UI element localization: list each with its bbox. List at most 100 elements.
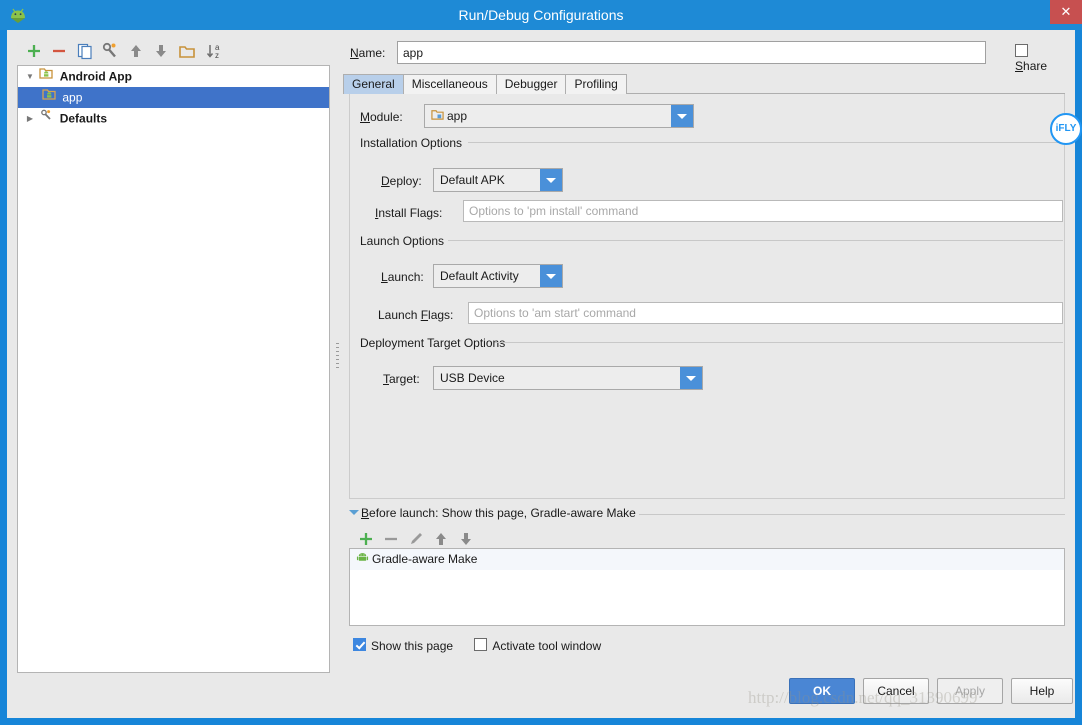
install-flags-label: Install Flags: xyxy=(375,206,443,220)
section-divider xyxy=(448,240,1063,241)
configurations-tree[interactable]: ▼ Android App app ▶ Defaults xyxy=(17,65,330,673)
chevron-down-icon[interactable] xyxy=(540,169,562,191)
target-label-mnemonic: T xyxy=(383,372,389,386)
launch-combobox[interactable]: Default Activity xyxy=(433,264,563,288)
collapse-triangle-icon[interactable] xyxy=(349,510,359,515)
tab-miscellaneous[interactable]: Miscellaneous xyxy=(402,74,497,94)
list-item[interactable]: Gradle-aware Make xyxy=(350,549,1064,570)
show-this-page-label: Show this page xyxy=(371,638,454,653)
deploy-label-mnemonic: D xyxy=(381,174,390,188)
install-flags-label-mnemonic: I xyxy=(375,206,379,220)
android-module-icon xyxy=(431,106,444,127)
launch-flags-label-mnemonic: F xyxy=(420,308,429,322)
tree-item-app[interactable]: app xyxy=(18,87,329,108)
launch-label-mnemonic: L xyxy=(381,270,388,284)
configurations-toolbar: a z xyxy=(17,38,330,65)
ok-button[interactable]: OK xyxy=(789,678,855,704)
apply-button: Apply xyxy=(937,678,1003,704)
before-launch-task-list[interactable]: Gradle-aware Make xyxy=(349,548,1065,626)
module-value-text: app xyxy=(447,109,468,123)
tree-item-android-app[interactable]: ▼ Android App xyxy=(18,66,329,87)
edit-task-pencil-button[interactable] xyxy=(405,528,427,550)
move-down-button[interactable] xyxy=(150,40,172,62)
before-launch-title-text: efore launch: Show this page, Gradle-awa… xyxy=(369,506,636,520)
bottom-checkbox-row: Show this page Activate tool window xyxy=(353,638,619,653)
android-robot-icon xyxy=(356,549,369,570)
svg-text:z: z xyxy=(215,51,219,60)
module-combobox[interactable]: app xyxy=(424,104,694,128)
edit-defaults-wrench-button[interactable] xyxy=(99,40,121,62)
before-launch-header: Before launch: Show this page, Gradle-aw… xyxy=(349,506,1065,522)
android-app-icon xyxy=(39,66,53,87)
run-debug-configurations-dialog: a z ▼ Android App app ▶ Defaults Name: a… xyxy=(7,30,1075,718)
chevron-down-icon[interactable]: ▼ xyxy=(24,66,36,87)
list-item-label: Gradle-aware Make xyxy=(372,552,478,566)
launch-options-title: Launch Options xyxy=(360,234,445,248)
tab-profiling[interactable]: Profiling xyxy=(565,74,627,94)
target-combobox[interactable]: USB Device xyxy=(433,366,703,390)
module-label: Module: xyxy=(360,110,403,124)
tree-item-defaults[interactable]: ▶ Defaults xyxy=(18,108,329,129)
before-launch-title: Before launch: Show this page, Gradle-aw… xyxy=(361,506,636,520)
pane-splitter[interactable] xyxy=(333,38,342,673)
section-divider xyxy=(468,142,1063,143)
activate-tool-window-wrapper[interactable]: Activate tool window xyxy=(474,638,619,653)
launch-value: Default Activity xyxy=(440,269,519,283)
section-divider xyxy=(639,514,1065,515)
editor-tabs: General Miscellaneous Debugger Profiling xyxy=(343,74,1065,94)
android-app-icon xyxy=(42,87,56,108)
move-up-button[interactable] xyxy=(125,40,147,62)
tab-general[interactable]: General xyxy=(343,74,404,94)
tree-item-label: Android App xyxy=(59,69,132,84)
tree-item-label: app xyxy=(62,90,83,105)
activate-tool-window-label: Activate tool window xyxy=(492,638,602,653)
section-divider xyxy=(495,342,1063,343)
create-folder-button[interactable] xyxy=(176,40,198,62)
remove-task-button[interactable] xyxy=(380,528,402,550)
chevron-right-icon[interactable]: ▶ xyxy=(24,108,36,129)
add-task-button[interactable] xyxy=(355,528,377,550)
share-checkbox[interactable] xyxy=(1015,44,1028,57)
window-titlebar: Run/Debug Configurations ✕ xyxy=(0,0,1082,30)
activate-tool-window-checkbox[interactable] xyxy=(474,638,488,651)
deploy-combobox[interactable]: Default APK xyxy=(433,168,563,192)
show-this-page-checkbox[interactable] xyxy=(353,638,366,651)
deployment-target-options-title: Deployment Target Options xyxy=(360,336,506,350)
task-move-up-button[interactable] xyxy=(430,528,452,550)
module-label-mnemonic: M xyxy=(360,110,370,124)
sort-configurations-button[interactable]: a z xyxy=(203,40,225,62)
name-label-mnemonic: N xyxy=(350,46,359,60)
launch-flags-label: Launch Flags: xyxy=(378,308,454,322)
deploy-label: Deploy: xyxy=(381,174,422,188)
tree-item-label: Defaults xyxy=(59,111,108,126)
close-window-button[interactable]: ✕ xyxy=(1050,0,1082,24)
installation-options-title: Installation Options xyxy=(360,136,463,150)
copy-configuration-button[interactable] xyxy=(74,40,96,62)
add-configuration-button[interactable] xyxy=(23,40,45,62)
help-button[interactable]: Help xyxy=(1011,678,1073,704)
name-input[interactable] xyxy=(397,41,986,64)
install-flags-input[interactable] xyxy=(463,200,1063,222)
name-label: Name: xyxy=(350,46,386,60)
launch-flags-input[interactable] xyxy=(468,302,1063,324)
chevron-down-icon[interactable] xyxy=(680,367,702,389)
deploy-value: Default APK xyxy=(440,173,505,187)
chevron-down-icon[interactable] xyxy=(540,265,562,287)
launch-label: Launch: xyxy=(381,270,424,284)
target-value: USB Device xyxy=(440,371,505,385)
cancel-button[interactable]: Cancel xyxy=(863,678,929,704)
chevron-down-icon[interactable] xyxy=(671,105,693,127)
splitter-grip xyxy=(336,343,339,369)
remove-configuration-button[interactable] xyxy=(48,40,70,62)
wrench-icon xyxy=(39,108,53,129)
before-launch-toolbar xyxy=(349,526,1065,548)
dialog-button-bar: OK Cancel Apply Help xyxy=(7,678,1075,710)
show-this-page-wrapper[interactable]: Show this page xyxy=(353,638,471,653)
task-move-down-button[interactable] xyxy=(455,528,477,550)
ifly-input-method-badge[interactable]: iFLY xyxy=(1050,113,1082,145)
tab-debugger[interactable]: Debugger xyxy=(495,74,567,94)
configurations-pane: a z ▼ Android App app ▶ Defaults xyxy=(17,38,330,673)
target-label: Target: xyxy=(383,372,420,386)
general-tab-panel: Module: app Installation Options Deploy: xyxy=(349,94,1065,499)
share-checkbox-wrapper[interactable]: Share xyxy=(1015,44,1065,73)
